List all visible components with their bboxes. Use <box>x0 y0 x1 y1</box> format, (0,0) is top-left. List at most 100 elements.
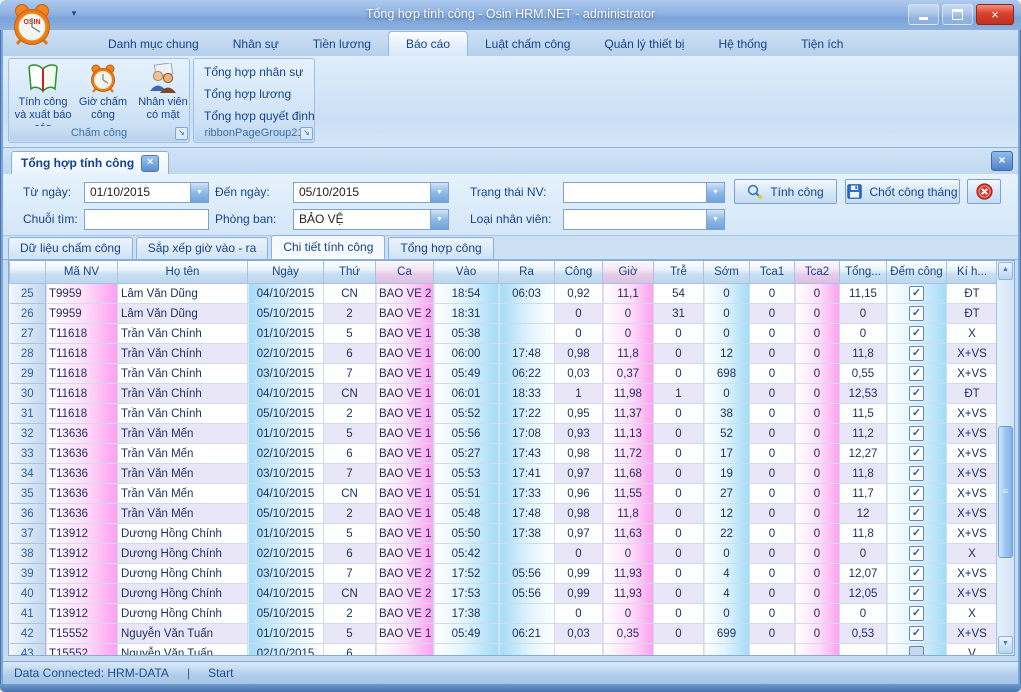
cell-ca[interactable]: BAO VE 2 <box>376 564 434 584</box>
cell-tca2[interactable]: 0 <box>795 544 840 564</box>
dem-cong-checkbox[interactable]: ✓ <box>909 406 924 421</box>
cell-ma-nv[interactable]: T13636 <box>46 444 118 464</box>
cell-ngay[interactable]: 04/10/2015 <box>248 584 324 604</box>
cell-thu[interactable]: 5 <box>324 324 376 344</box>
cell-vao[interactable]: 05:50 <box>434 524 499 544</box>
cell-ki-hieu[interactable]: X <box>947 324 998 344</box>
cell-tre[interactable]: 31 <box>654 304 704 324</box>
cell-tca2[interactable]: 0 <box>795 384 840 404</box>
cell-ra[interactable]: 17:08 <box>499 424 555 444</box>
cell-tca1[interactable] <box>750 644 795 657</box>
cell-ngay[interactable]: 01/10/2015 <box>248 424 324 444</box>
cell-tong[interactable]: 0 <box>840 544 887 564</box>
cell-ma-nv[interactable]: T9959 <box>46 284 118 304</box>
cell-tca2[interactable]: 0 <box>795 564 840 584</box>
cell-ma-nv[interactable]: T15552 <box>46 644 118 657</box>
vertical-scrollbar[interactable]: ▲ ≡ ▼ <box>996 261 1014 655</box>
cell-ngay[interactable]: 03/10/2015 <box>248 564 324 584</box>
button-gio-cham-cong[interactable]: Giờ chấm công <box>73 62 133 135</box>
ribbon-tab-quan-ly-thiet-bi[interactable]: Quản lý thiết bị <box>587 32 701 56</box>
chevron-down-icon[interactable]: ▼ <box>430 183 448 202</box>
dem-cong-checkbox[interactable]: ✓ <box>909 306 924 321</box>
dem-cong-checkbox[interactable]: ✓ <box>909 606 924 621</box>
cell-tca2[interactable]: 0 <box>795 484 840 504</box>
cell-gio[interactable]: 11,1 <box>603 284 654 304</box>
chevron-down-icon[interactable]: ▼ <box>706 183 724 202</box>
cell-ra[interactable]: 06:21 <box>499 624 555 644</box>
cell-tre[interactable]: 54 <box>654 284 704 304</box>
cell-thu[interactable]: CN <box>324 284 376 304</box>
scroll-down-icon[interactable]: ▼ <box>998 636 1013 654</box>
cell-cong[interactable]: 0 <box>555 604 603 624</box>
cell-ho-ten[interactable]: Trần Văn Mến <box>118 484 248 504</box>
cell-ra[interactable]: 05:56 <box>499 584 555 604</box>
cell-thu[interactable]: 7 <box>324 464 376 484</box>
cell-tre[interactable]: 0 <box>654 404 704 424</box>
cell-ki-hieu[interactable]: ĐT <box>947 384 998 404</box>
cell-row-number[interactable]: 38 <box>10 544 46 564</box>
cell-ca[interactable] <box>376 644 434 657</box>
cell-ngay[interactable]: 04/10/2015 <box>248 284 324 304</box>
cell-row-number[interactable]: 35 <box>10 484 46 504</box>
cell-gio[interactable]: 0 <box>603 324 654 344</box>
cell-ma-nv[interactable]: T13636 <box>46 464 118 484</box>
cell-tca1[interactable]: 0 <box>750 284 795 304</box>
header-tong[interactable]: Tổng... <box>840 261 887 284</box>
cell-ca[interactable]: BAO VE 2 <box>376 304 434 324</box>
cell-ma-nv[interactable]: T15552 <box>46 624 118 644</box>
cell-ma-nv[interactable]: T13912 <box>46 604 118 624</box>
cell-ma-nv[interactable]: T11618 <box>46 364 118 384</box>
button-tinh-cong-va-xuat-bao-cao[interactable]: Tính công và xuất báo cáo <box>13 62 73 135</box>
cell-dem-cong[interactable]: ✓ <box>887 624 947 644</box>
cell-som[interactable]: 38 <box>704 404 750 424</box>
dem-cong-checkbox[interactable]: ✓ <box>909 326 924 341</box>
cell-ngay[interactable]: 05/10/2015 <box>248 604 324 624</box>
cell-tca2[interactable]: 0 <box>795 364 840 384</box>
header-cong[interactable]: Công <box>555 261 603 284</box>
cell-ra[interactable] <box>499 544 555 564</box>
cell-cong[interactable]: 0,98 <box>555 444 603 464</box>
cell-tre[interactable]: 0 <box>654 504 704 524</box>
cell-ca[interactable]: BAO VE 2 <box>376 584 434 604</box>
cell-row-number[interactable]: 40 <box>10 584 46 604</box>
cell-tre[interactable]: 0 <box>654 444 704 464</box>
cell-som[interactable]: 17 <box>704 444 750 464</box>
cell-ma-nv[interactable]: T13912 <box>46 564 118 584</box>
cell-tca1[interactable]: 0 <box>750 404 795 424</box>
cell-cong[interactable]: 0,98 <box>555 504 603 524</box>
cell-ho-ten[interactable]: Trần Văn Mến <box>118 504 248 524</box>
dem-cong-checkbox[interactable]: ✓ <box>909 486 924 501</box>
cell-thu[interactable]: 5 <box>324 524 376 544</box>
header-tca2[interactable]: Tca2 <box>795 261 840 284</box>
cell-row-number[interactable]: 39 <box>10 564 46 584</box>
cell-vao[interactable]: 06:00 <box>434 344 499 364</box>
cell-tre[interactable]: 0 <box>654 484 704 504</box>
calculate-attendance-button[interactable]: Tính công <box>734 179 837 204</box>
cell-vao[interactable]: 05:52 <box>434 404 499 424</box>
cell-ra[interactable]: 17:33 <box>499 484 555 504</box>
cell-row-number[interactable]: 32 <box>10 424 46 444</box>
cell-tong[interactable]: 12 <box>840 504 887 524</box>
cell-gio[interactable]: 11,13 <box>603 424 654 444</box>
cell-ki-hieu[interactable]: ĐT <box>947 284 998 304</box>
cell-dem-cong[interactable]: ✓ <box>887 524 947 544</box>
cell-gio[interactable]: 11,37 <box>603 404 654 424</box>
cell-ho-ten[interactable]: Dương Hồng Chính <box>118 604 248 624</box>
cell-ho-ten[interactable]: Trần Văn Mến <box>118 424 248 444</box>
cell-gio[interactable]: 11,8 <box>603 504 654 524</box>
cell-gio[interactable]: 11,72 <box>603 444 654 464</box>
cell-tong[interactable]: 11,8 <box>840 464 887 484</box>
cell-ma-nv[interactable]: T11618 <box>46 324 118 344</box>
cell-ca[interactable]: BAO VE 1 <box>376 544 434 564</box>
from-date-picker[interactable]: 01/10/2015 ▼ <box>84 182 209 203</box>
cell-cong[interactable]: 0,96 <box>555 484 603 504</box>
cell-cong[interactable]: 0,97 <box>555 464 603 484</box>
cell-gio[interactable]: 0,35 <box>603 624 654 644</box>
cell-ki-hieu[interactable]: X+VS <box>947 364 998 384</box>
cell-gio[interactable]: 0 <box>603 544 654 564</box>
cell-dem-cong[interactable]: ✓ <box>887 424 947 444</box>
cell-vao[interactable]: 05:56 <box>434 424 499 444</box>
cell-som[interactable]: 0 <box>704 544 750 564</box>
cell-tca2[interactable]: 0 <box>795 344 840 364</box>
cell-ma-nv[interactable]: T13912 <box>46 544 118 564</box>
